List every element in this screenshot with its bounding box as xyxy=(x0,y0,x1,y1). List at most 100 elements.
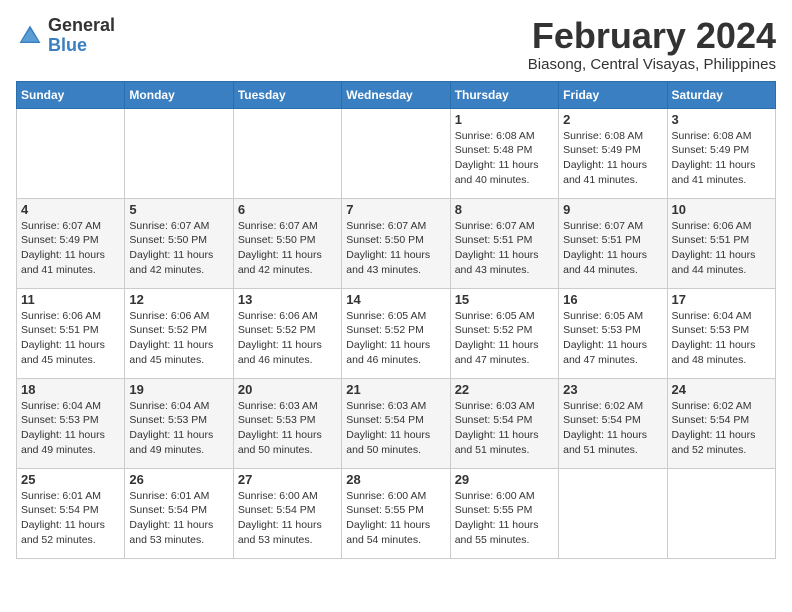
calendar-cell xyxy=(17,108,125,198)
calendar-cell: 19 Sunrise: 6:04 AMSunset: 5:53 PMDayligh… xyxy=(125,378,233,468)
day-header-sunday: Sunday xyxy=(17,81,125,108)
day-number: 14 xyxy=(346,292,445,307)
calendar-cell: 23 Sunrise: 6:02 AMSunset: 5:54 PMDayligh… xyxy=(559,378,667,468)
header-row: SundayMondayTuesdayWednesdayThursdayFrid… xyxy=(17,81,776,108)
day-number: 7 xyxy=(346,202,445,217)
day-number: 16 xyxy=(563,292,662,307)
day-number: 15 xyxy=(455,292,554,307)
day-number: 23 xyxy=(563,382,662,397)
calendar-week-2: 4 Sunrise: 6:07 AMSunset: 5:49 PMDaylight… xyxy=(17,198,776,288)
day-number: 19 xyxy=(129,382,228,397)
day-number: 27 xyxy=(238,472,337,487)
logo-general: General xyxy=(48,15,115,35)
day-info: Sunrise: 6:03 AMSunset: 5:54 PMDaylight:… xyxy=(346,399,445,458)
day-info: Sunrise: 6:05 AMSunset: 5:52 PMDaylight:… xyxy=(346,309,445,368)
day-number: 13 xyxy=(238,292,337,307)
calendar-week-1: 1 Sunrise: 6:08 AMSunset: 5:48 PMDaylight… xyxy=(17,108,776,198)
title-area: February 2024 Biasong, Central Visayas, … xyxy=(528,16,776,73)
day-info: Sunrise: 6:04 AMSunset: 5:53 PMDaylight:… xyxy=(672,309,771,368)
calendar-cell: 28 Sunrise: 6:00 AMSunset: 5:55 PMDayligh… xyxy=(342,468,450,558)
day-info: Sunrise: 6:02 AMSunset: 5:54 PMDaylight:… xyxy=(563,399,662,458)
day-info: Sunrise: 6:06 AMSunset: 5:52 PMDaylight:… xyxy=(238,309,337,368)
calendar-cell: 13 Sunrise: 6:06 AMSunset: 5:52 PMDayligh… xyxy=(233,288,341,378)
day-info: Sunrise: 6:01 AMSunset: 5:54 PMDaylight:… xyxy=(21,489,120,548)
calendar-cell: 1 Sunrise: 6:08 AMSunset: 5:48 PMDaylight… xyxy=(450,108,558,198)
day-number: 3 xyxy=(672,112,771,127)
day-info: Sunrise: 6:07 AMSunset: 5:51 PMDaylight:… xyxy=(455,219,554,278)
day-header-saturday: Saturday xyxy=(667,81,775,108)
day-info: Sunrise: 6:03 AMSunset: 5:54 PMDaylight:… xyxy=(455,399,554,458)
day-info: Sunrise: 6:04 AMSunset: 5:53 PMDaylight:… xyxy=(21,399,120,458)
day-number: 25 xyxy=(21,472,120,487)
day-info: Sunrise: 6:07 AMSunset: 5:50 PMDaylight:… xyxy=(346,219,445,278)
month-title: February 2024 xyxy=(528,16,776,56)
day-number: 20 xyxy=(238,382,337,397)
calendar-cell: 4 Sunrise: 6:07 AMSunset: 5:49 PMDaylight… xyxy=(17,198,125,288)
day-info: Sunrise: 6:08 AMSunset: 5:49 PMDaylight:… xyxy=(672,129,771,188)
calendar-week-5: 25 Sunrise: 6:01 AMSunset: 5:54 PMDayligh… xyxy=(17,468,776,558)
day-header-monday: Monday xyxy=(125,81,233,108)
calendar-table: SundayMondayTuesdayWednesdayThursdayFrid… xyxy=(16,81,776,559)
calendar-cell: 8 Sunrise: 6:07 AMSunset: 5:51 PMDaylight… xyxy=(450,198,558,288)
day-number: 12 xyxy=(129,292,228,307)
day-info: Sunrise: 6:07 AMSunset: 5:50 PMDaylight:… xyxy=(129,219,228,278)
logo-icon xyxy=(16,22,44,50)
day-number: 22 xyxy=(455,382,554,397)
calendar-cell: 17 Sunrise: 6:04 AMSunset: 5:53 PMDayligh… xyxy=(667,288,775,378)
day-number: 11 xyxy=(21,292,120,307)
calendar-cell: 21 Sunrise: 6:03 AMSunset: 5:54 PMDayligh… xyxy=(342,378,450,468)
day-info: Sunrise: 6:06 AMSunset: 5:52 PMDaylight:… xyxy=(129,309,228,368)
day-info: Sunrise: 6:04 AMSunset: 5:53 PMDaylight:… xyxy=(129,399,228,458)
calendar-cell: 18Sunrise: 6:04 AMSunset: 5:53 PMDayligh… xyxy=(17,378,125,468)
day-info: Sunrise: 6:00 AMSunset: 5:54 PMDaylight:… xyxy=(238,489,337,548)
day-number: 29 xyxy=(455,472,554,487)
calendar-cell: 27 Sunrise: 6:00 AMSunset: 5:54 PMDayligh… xyxy=(233,468,341,558)
calendar-cell: 24 Sunrise: 6:02 AMSunset: 5:54 PMDayligh… xyxy=(667,378,775,468)
day-number: 8 xyxy=(455,202,554,217)
calendar-cell: 11 Sunrise: 6:06 AMSunset: 5:51 PMDayligh… xyxy=(17,288,125,378)
day-number: 4 xyxy=(21,202,120,217)
day-info: Sunrise: 6:06 AMSunset: 5:51 PMDaylight:… xyxy=(672,219,771,278)
day-info: Sunrise: 6:00 AMSunset: 5:55 PMDaylight:… xyxy=(346,489,445,548)
day-info: Sunrise: 6:03 AMSunset: 5:53 PMDaylight:… xyxy=(238,399,337,458)
calendar-cell: 10 Sunrise: 6:06 AMSunset: 5:51 PMDayligh… xyxy=(667,198,775,288)
day-info: Sunrise: 6:07 AMSunset: 5:50 PMDaylight:… xyxy=(238,219,337,278)
logo-text: General Blue xyxy=(48,16,115,56)
day-number: 17 xyxy=(672,292,771,307)
calendar-cell: 22 Sunrise: 6:03 AMSunset: 5:54 PMDayligh… xyxy=(450,378,558,468)
calendar-cell: 26Sunrise: 6:01 AMSunset: 5:54 PMDayligh… xyxy=(125,468,233,558)
calendar-cell: 15Sunrise: 6:05 AMSunset: 5:52 PMDayligh… xyxy=(450,288,558,378)
day-number: 1 xyxy=(455,112,554,127)
day-number: 28 xyxy=(346,472,445,487)
day-info: Sunrise: 6:08 AMSunset: 5:49 PMDaylight:… xyxy=(563,129,662,188)
day-number: 24 xyxy=(672,382,771,397)
day-info: Sunrise: 6:06 AMSunset: 5:51 PMDaylight:… xyxy=(21,309,120,368)
day-info: Sunrise: 6:07 AMSunset: 5:51 PMDaylight:… xyxy=(563,219,662,278)
calendar-cell: 25 Sunrise: 6:01 AMSunset: 5:54 PMDayligh… xyxy=(17,468,125,558)
header: General Blue February 2024 Biasong, Cent… xyxy=(16,16,776,73)
calendar-cell xyxy=(342,108,450,198)
day-number: 2 xyxy=(563,112,662,127)
day-info: Sunrise: 6:08 AMSunset: 5:48 PMDaylight:… xyxy=(455,129,554,188)
logo: General Blue xyxy=(16,16,115,56)
calendar-cell: 14 Sunrise: 6:05 AMSunset: 5:52 PMDayligh… xyxy=(342,288,450,378)
day-number: 6 xyxy=(238,202,337,217)
logo-blue: Blue xyxy=(48,35,87,55)
day-info: Sunrise: 6:00 AMSunset: 5:55 PMDaylight:… xyxy=(455,489,554,548)
day-number: 9 xyxy=(563,202,662,217)
location-title: Biasong, Central Visayas, Philippines xyxy=(528,56,776,73)
calendar-cell: 20 Sunrise: 6:03 AMSunset: 5:53 PMDayligh… xyxy=(233,378,341,468)
day-number: 5 xyxy=(129,202,228,217)
day-number: 26 xyxy=(129,472,228,487)
calendar-cell: 29 Sunrise: 6:00 AMSunset: 5:55 PMDayligh… xyxy=(450,468,558,558)
calendar-cell xyxy=(125,108,233,198)
day-number: 21 xyxy=(346,382,445,397)
calendar-cell xyxy=(667,468,775,558)
calendar-cell: 3 Sunrise: 6:08 AMSunset: 5:49 PMDaylight… xyxy=(667,108,775,198)
calendar-week-3: 11 Sunrise: 6:06 AMSunset: 5:51 PMDayligh… xyxy=(17,288,776,378)
day-info: Sunrise: 6:05 AMSunset: 5:53 PMDaylight:… xyxy=(563,309,662,368)
day-info: Sunrise: 6:02 AMSunset: 5:54 PMDaylight:… xyxy=(672,399,771,458)
day-number: 10 xyxy=(672,202,771,217)
day-header-wednesday: Wednesday xyxy=(342,81,450,108)
day-info: Sunrise: 6:07 AMSunset: 5:49 PMDaylight:… xyxy=(21,219,120,278)
